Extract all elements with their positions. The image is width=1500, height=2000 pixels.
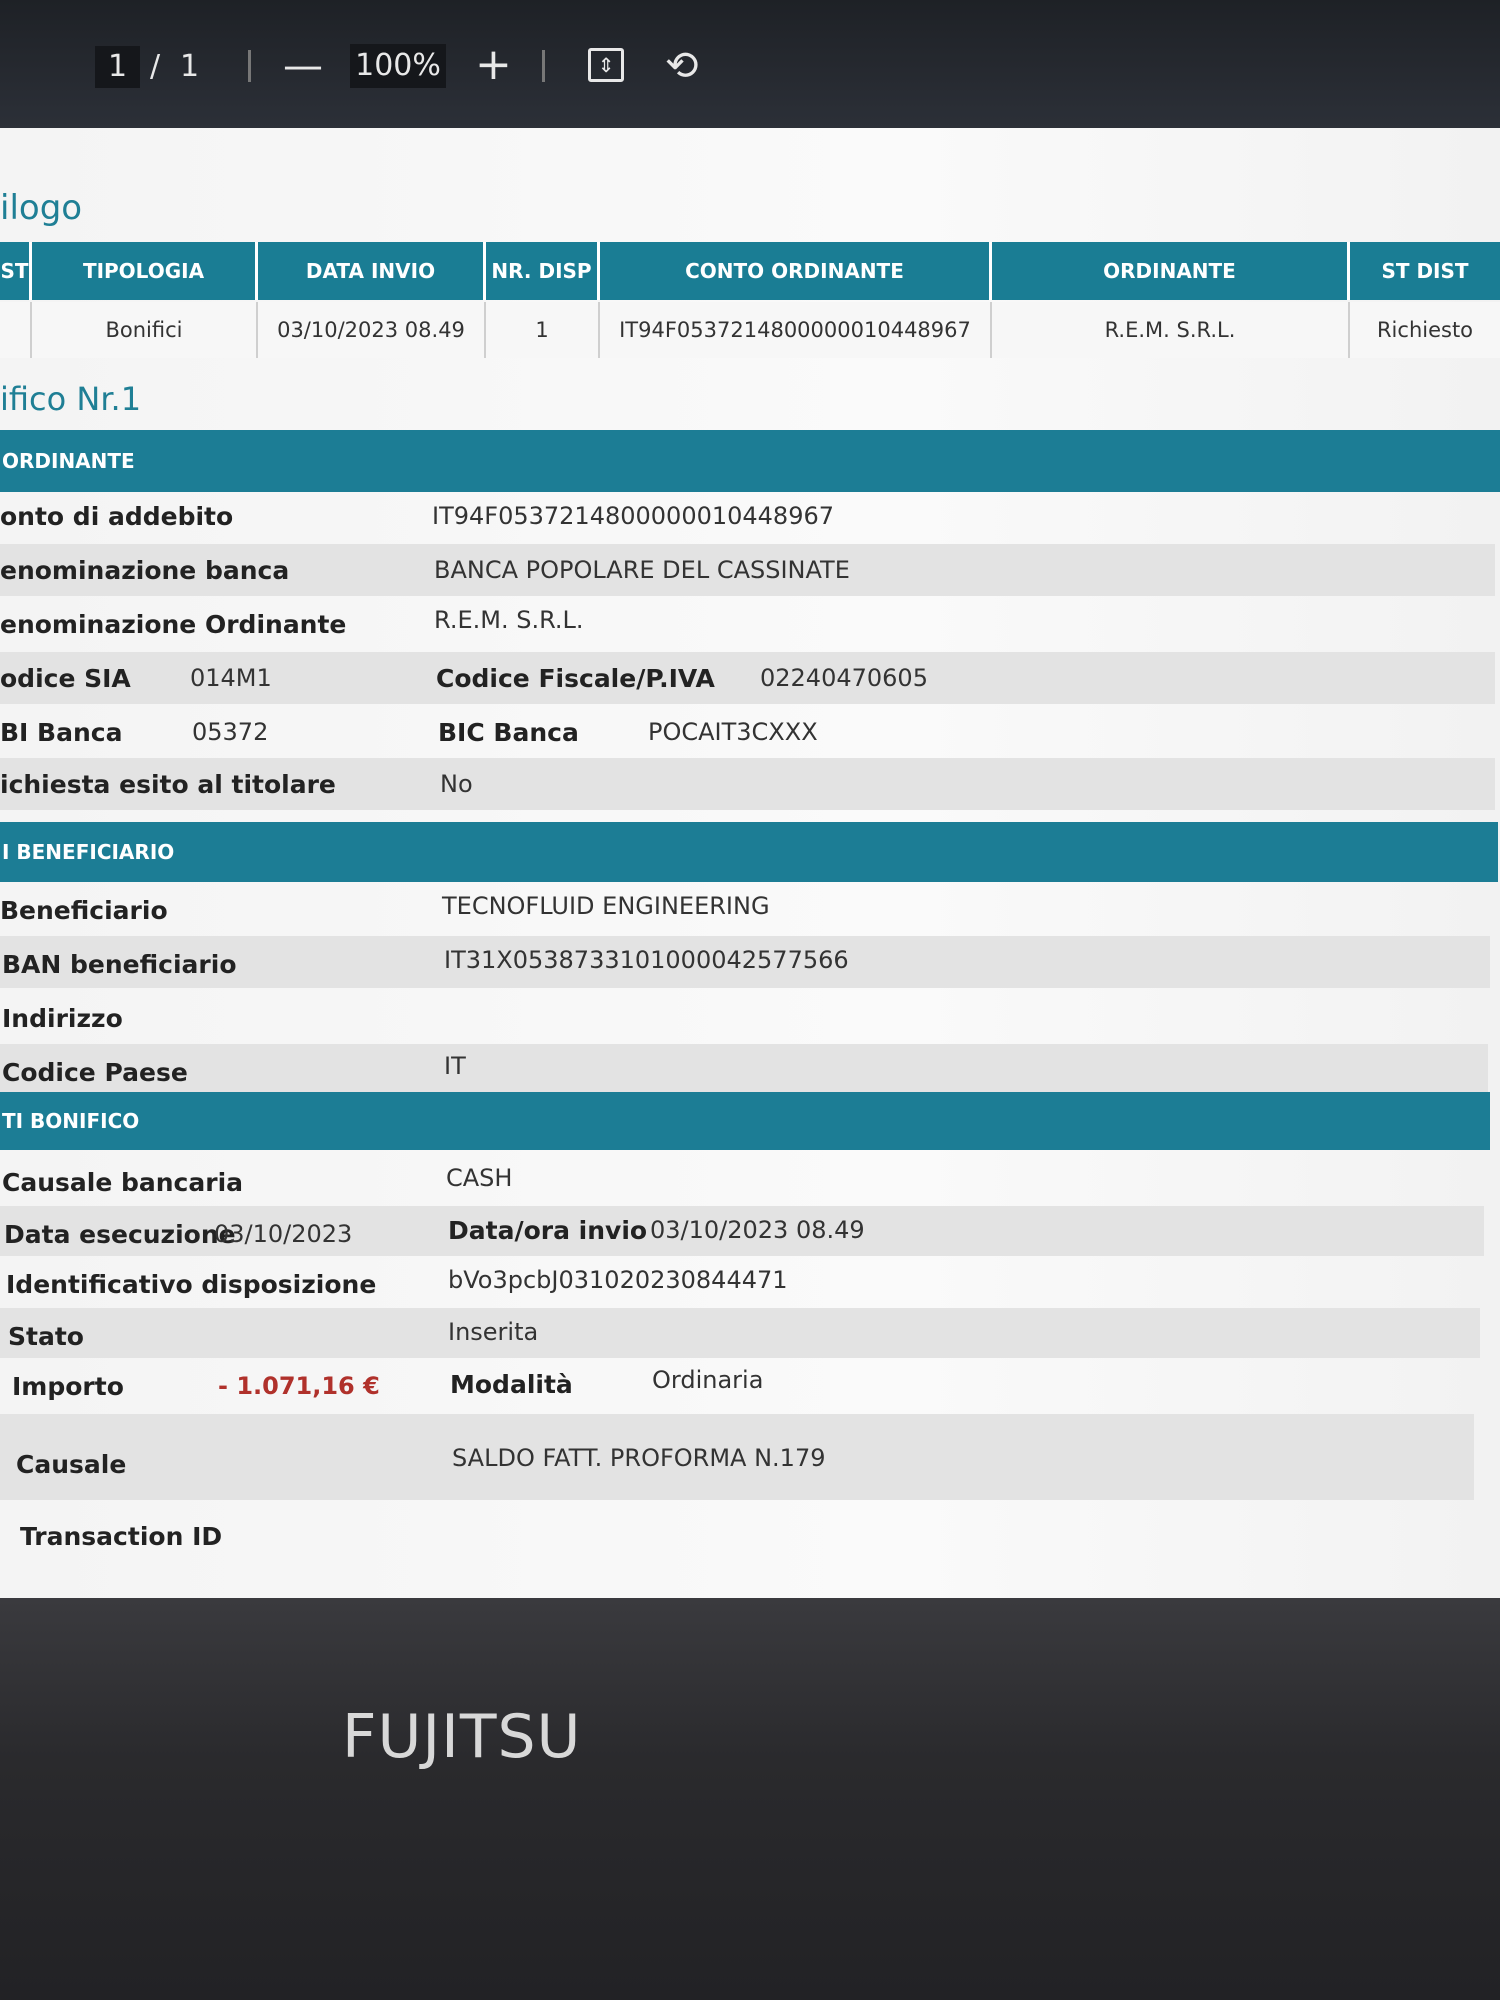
col-header-st: ST	[0, 242, 32, 300]
label-bic-banca: BIC Banca	[438, 718, 579, 747]
label-transaction-id: Transaction ID	[20, 1522, 223, 1551]
cell-st	[0, 302, 32, 358]
value-identificativo: bVo3pcbJ031020230844471	[448, 1266, 788, 1294]
value-denominazione-banca: BANCA POPOLARE DEL CASSINATE	[434, 556, 850, 584]
current-page-input[interactable]: 1	[95, 46, 140, 88]
summary-header-row: ST TIPOLOGIA DATA INVIO NR. DISP CONTO O…	[0, 242, 1500, 300]
fit-page-icon[interactable]: ⇕	[588, 48, 624, 82]
document-page: ilogo ST TIPOLOGIA DATA INVIO NR. DISP C…	[0, 128, 1500, 1598]
row-codice-sia: odice SIA 014M1 Codice Fiscale/P.IVA 022…	[0, 652, 1495, 704]
row-causale-bancaria: Causale bancaria CASH	[0, 1150, 1495, 1206]
value-iban-beneficiario: IT31X0538733101000042577566	[444, 946, 849, 974]
toolbar-divider	[248, 50, 251, 82]
brand-logo: FUJITSU	[342, 1702, 582, 1772]
row-causale: Causale SALDO FATT. PROFORMA N.179	[0, 1414, 1474, 1500]
cell-ordinante: R.E.M. S.R.L.	[992, 302, 1350, 358]
row-importo: Importo - 1.071,16 € Modalità Ordinaria	[0, 1358, 1495, 1414]
cell-st-dist: Richiesto	[1350, 302, 1500, 358]
col-header-conto-ordinante: CONTO ORDINANTE	[600, 242, 992, 300]
section-band-beneficiario: I BENEFICIARIO	[0, 822, 1498, 882]
total-pages: 1	[180, 49, 200, 84]
label-conto-addebito: onto di addebito	[0, 502, 234, 531]
label-codice-fiscale: Codice Fiscale/P.IVA	[436, 664, 715, 693]
pdf-toolbar: 1 / 1 — 100% + ⇕ ⟲	[0, 0, 1500, 130]
label-iban-beneficiario: BAN beneficiario	[2, 950, 237, 979]
row-iban-beneficiario: BAN beneficiario IT31X053873310100004257…	[0, 936, 1490, 988]
value-beneficiario: TECNOFLUID ENGINEERING	[442, 892, 770, 920]
row-data-esecuzione: Data esecuzione 03/10/2023 Data/ora invi…	[0, 1206, 1484, 1256]
label-modalita: Modalità	[450, 1370, 573, 1399]
label-data-esecuzione: Data esecuzione	[4, 1220, 236, 1249]
row-identificativo: Identificativo disposizione bVo3pcbJ0310…	[0, 1256, 1495, 1308]
row-codice-paese: Codice Paese IT	[0, 1044, 1488, 1096]
row-denominazione-ordinante: enominazione Ordinante R.E.M. S.R.L.	[0, 596, 1495, 652]
value-causale-bancaria: CASH	[446, 1164, 513, 1192]
value-stato: Inserita	[448, 1318, 539, 1346]
value-codice-paese: IT	[444, 1052, 466, 1080]
col-header-ordinante: ORDINANTE	[992, 242, 1350, 300]
row-stato: Stato Inserita	[0, 1308, 1480, 1358]
col-header-nr-disp: NR. DISP	[486, 242, 600, 300]
toolbar-divider	[542, 50, 545, 82]
value-codice-sia: 014M1	[190, 664, 272, 692]
row-richiesta-esito: ichiesta esito al titolare No	[0, 758, 1495, 810]
section-band-bonifico: TI BONIFICO	[0, 1092, 1490, 1150]
section-band-ordinante: ORDINANTE	[0, 430, 1500, 492]
summary-title: ilogo	[0, 188, 83, 228]
cell-nr-disp: 1	[486, 302, 600, 358]
value-importo: - 1.071,16 €	[218, 1372, 380, 1400]
label-beneficiario: Beneficiario	[0, 896, 168, 925]
value-modalita: Ordinaria	[652, 1366, 764, 1394]
row-denominazione-banca: enominazione banca BANCA POPOLARE DEL CA…	[0, 544, 1495, 596]
row-conto-addebito: onto di addebito IT94F053721480000001044…	[0, 492, 1495, 544]
value-abi-banca: 05372	[192, 718, 269, 746]
label-causale-bancaria: Causale bancaria	[2, 1168, 244, 1197]
label-stato: Stato	[8, 1322, 84, 1351]
row-indirizzo: Indirizzo	[0, 988, 1495, 1044]
value-data-esecuzione: 03/10/2023	[214, 1220, 353, 1248]
label-denominazione-banca: enominazione banca	[0, 556, 290, 585]
transfer-title: ifico Nr.1	[0, 380, 142, 418]
label-importo: Importo	[12, 1372, 124, 1401]
value-data-invio: 03/10/2023 08.49	[650, 1216, 865, 1244]
label-abi-banca: BI Banca	[0, 718, 123, 747]
laptop-bezel	[0, 1598, 1500, 2000]
cell-tipologia: Bonifici	[32, 302, 258, 358]
col-header-data-invio: DATA INVIO	[258, 242, 486, 300]
page-separator: /	[150, 49, 161, 84]
zoom-out-button[interactable]: —	[283, 40, 323, 92]
label-data-invio: Data/ora invio	[448, 1216, 648, 1245]
label-denominazione-ordinante: enominazione Ordinante	[0, 610, 347, 639]
col-header-tipologia: TIPOLOGIA	[32, 242, 258, 300]
value-richiesta-esito: No	[440, 770, 473, 798]
value-bic-banca: POCAIT3CXXX	[648, 718, 818, 746]
rotate-icon[interactable]: ⟲	[665, 40, 699, 92]
col-header-st-dist: ST DIST	[1350, 242, 1500, 300]
value-conto-addebito: IT94F0537214800000010448967	[432, 502, 835, 530]
label-causale: Causale	[16, 1450, 127, 1479]
zoom-in-button[interactable]: +	[475, 38, 512, 92]
label-identificativo: Identificativo disposizione	[6, 1270, 377, 1299]
zoom-level-field[interactable]: 100%	[350, 44, 446, 88]
row-beneficiario: Beneficiario TECNOFLUID ENGINEERING	[0, 882, 1495, 936]
value-codice-fiscale: 02240470605	[760, 664, 928, 692]
value-denominazione-ordinante: R.E.M. S.R.L.	[434, 606, 584, 634]
label-richiesta-esito: ichiesta esito al titolare	[0, 770, 336, 799]
label-indirizzo: Indirizzo	[2, 1004, 123, 1033]
label-codice-sia: odice SIA	[0, 664, 131, 693]
cell-data-invio: 03/10/2023 08.49	[258, 302, 486, 358]
label-codice-paese: Codice Paese	[2, 1058, 188, 1087]
cell-conto-ordinante: IT94F0537214800000010448967	[600, 302, 992, 358]
value-causale: SALDO FATT. PROFORMA N.179	[452, 1444, 826, 1472]
row-transaction-id: Transaction ID	[0, 1500, 1495, 1570]
row-abi-banca: BI Banca 05372 BIC Banca POCAIT3CXXX	[0, 704, 1495, 758]
